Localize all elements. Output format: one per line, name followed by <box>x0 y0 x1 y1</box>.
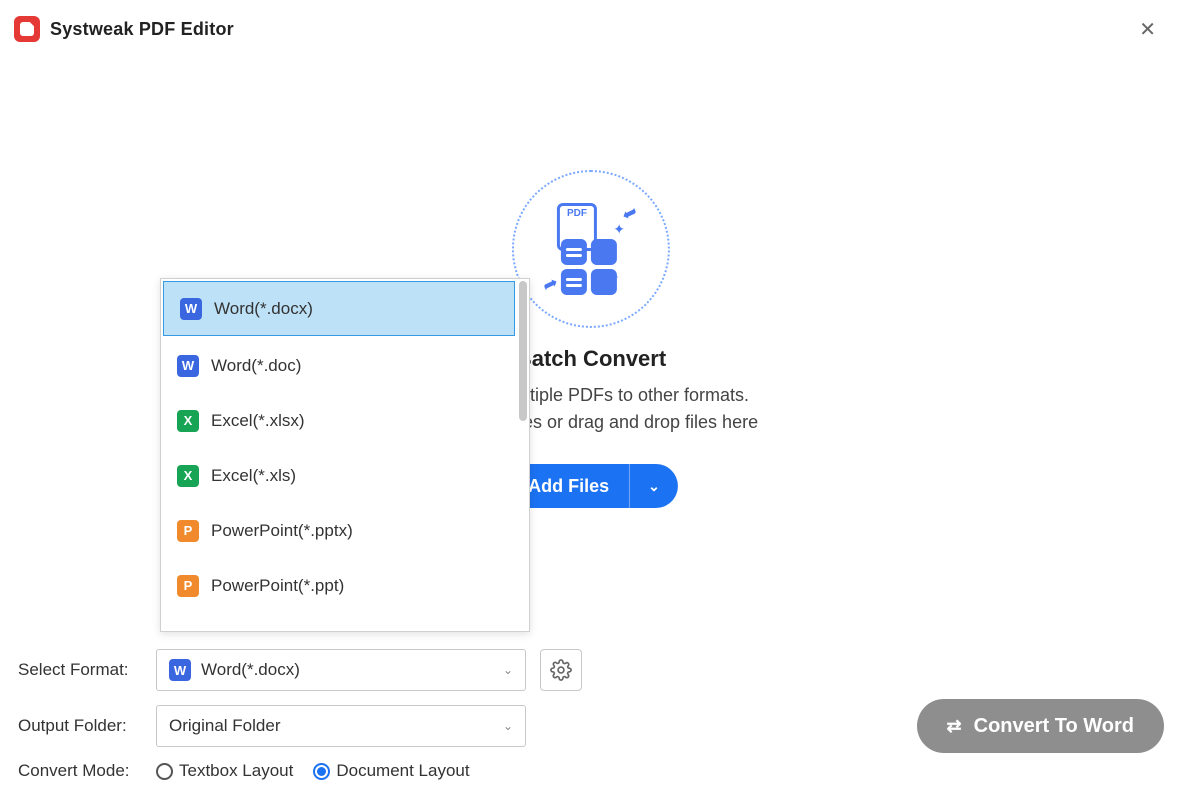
convert-button[interactable]: ⇄ Convert To Word <box>917 699 1164 753</box>
format-option[interactable]: P PowerPoint(*.ppt) <box>161 558 517 613</box>
close-icon[interactable]: ✕ <box>1133 13 1162 46</box>
radio-textbox-layout[interactable]: Textbox Layout <box>156 761 293 781</box>
radio-document-label: Document Layout <box>336 761 469 781</box>
format-option-label: Word(*.docx) <box>214 299 313 319</box>
radio-textbox-label: Textbox Layout <box>179 761 293 781</box>
ppt-icon: P <box>177 575 199 597</box>
radio-icon <box>156 763 173 780</box>
format-option[interactable]: W Word(*.doc) <box>161 338 517 393</box>
format-option-label: PowerPoint(*.pptx) <box>211 521 353 541</box>
output-folder-label: Output Folder: <box>18 716 156 736</box>
radio-icon <box>313 763 330 780</box>
chevron-down-icon: ⌄ <box>503 663 513 677</box>
format-option-label: Excel(*.xls) <box>211 466 296 486</box>
word-icon: W <box>177 355 199 377</box>
excel-icon: X <box>177 465 199 487</box>
select-format-label: Select Format: <box>18 660 156 680</box>
convert-mode-label: Convert Mode: <box>18 761 156 781</box>
word-icon: W <box>169 659 191 681</box>
radio-document-layout[interactable]: Document Layout <box>313 761 469 781</box>
format-option[interactable]: X Excel(*.xlsx) <box>161 393 517 448</box>
excel-icon: X <box>177 410 199 432</box>
chevron-down-icon: ⌄ <box>503 719 513 733</box>
format-option-label: Word(*.doc) <box>211 356 301 376</box>
convert-arrows-icon: ⇄ <box>947 716 962 737</box>
app-logo <box>14 16 40 42</box>
format-option[interactable]: W Word(*.docx) <box>163 281 515 336</box>
add-files-button[interactable]: Add Files ⌄ <box>504 464 678 508</box>
scrollbar[interactable] <box>519 281 527 421</box>
app-title: Systweak PDF Editor <box>50 19 234 40</box>
output-folder-value: Original Folder <box>169 716 281 736</box>
format-option[interactable]: X Excel(*.xls) <box>161 448 517 503</box>
chevron-down-icon[interactable]: ⌄ <box>629 464 678 508</box>
ppt-icon: P <box>177 520 199 542</box>
convert-illustration: PDF ✦✦ ➦➦ <box>512 170 670 328</box>
select-format-value: Word(*.docx) <box>201 660 300 680</box>
format-dropdown-list[interactable]: WWord(*.docx)WWord(*.doc)XExcel(*.xlsx)X… <box>160 278 530 632</box>
output-folder-dropdown[interactable]: Original Folder ⌄ <box>156 705 526 747</box>
convert-button-label: Convert To Word <box>974 715 1134 738</box>
gear-icon <box>550 659 572 681</box>
format-option-label: PowerPoint(*.ppt) <box>211 576 344 596</box>
word-icon: W <box>180 298 202 320</box>
format-option-label: Excel(*.xlsx) <box>211 411 305 431</box>
settings-button[interactable] <box>540 649 582 691</box>
select-format-dropdown[interactable]: W Word(*.docx) ⌄ <box>156 649 526 691</box>
format-option[interactable]: P PowerPoint(*.pptx) <box>161 503 517 558</box>
